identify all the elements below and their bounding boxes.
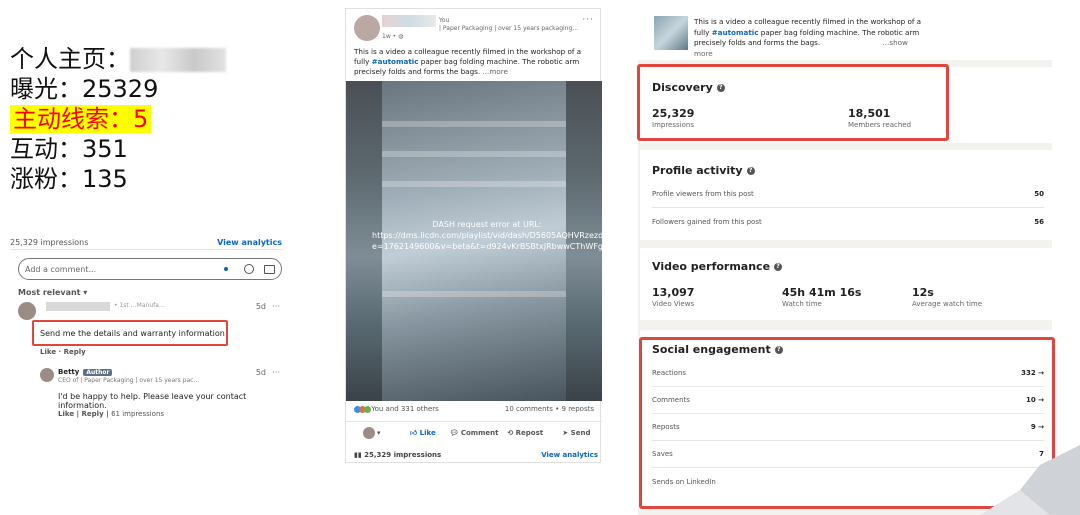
interactions-line: 互动：351: [10, 135, 128, 163]
comment-actions: Like · Reply: [40, 348, 86, 356]
blurred-author-name: [382, 15, 436, 27]
reply-link[interactable]: Reply: [82, 410, 104, 418]
view-analytics-link[interactable]: View analytics: [217, 238, 282, 247]
avatar[interactable]: [354, 15, 380, 41]
reactor-avatar[interactable]: ▾: [346, 426, 397, 439]
watch-time-metric: 45h 41m 16s Watch time: [782, 286, 862, 308]
followers-gained-row: Followers gained from this post 56: [652, 217, 1044, 226]
leads-highlight: 主动线索：5: [10, 105, 152, 133]
send-icon: ➤: [562, 428, 569, 437]
discovery-highlight-box: [637, 64, 949, 141]
reply-author-meta: CEO of | Paper Packaging | over 15 years…: [58, 377, 200, 384]
comment-icon: 💬︎: [449, 428, 459, 437]
stats-summary: 个人主页： 曝光：25329 主动线索：5 互动：351 涨粉：135: [10, 44, 226, 194]
see-more-link[interactable]: ...more: [482, 67, 507, 76]
reactions-link[interactable]: You and 331 others: [354, 405, 439, 413]
repost-button[interactable]: ⟲ Repost: [500, 429, 551, 437]
comments-panel: 25,329 impressions View analytics Add a …: [10, 236, 282, 426]
comment-text: Send me the details and warranty informa…: [40, 328, 225, 338]
impressions-count: 25,329 impressions: [10, 238, 89, 247]
reply-impressions: 61 impressions: [111, 410, 165, 418]
profile-activity-title: Profile activity?: [652, 164, 755, 177]
reply-author-name: Betty: [58, 368, 80, 376]
video-error-message: DASH request error at URL: https://dms.l…: [372, 220, 602, 251]
help-icon[interactable]: ?: [774, 263, 783, 271]
globe-icon: ◍: [398, 33, 404, 40]
post-card: You | Paper Packaging | over 15 years pa…: [345, 8, 602, 463]
author-you-label: You: [439, 17, 450, 24]
avatar[interactable]: [18, 302, 36, 320]
help-icon[interactable]: ?: [746, 167, 755, 175]
blurred-commenter-name: [46, 302, 110, 311]
reply-more-icon[interactable]: ···: [272, 368, 280, 377]
like-link[interactable]: Like: [40, 348, 56, 356]
comment-header: • 1st …Manufa… 5d ···: [18, 302, 280, 320]
image-icon[interactable]: [264, 264, 275, 274]
comment-button[interactable]: 💬︎ Comment: [448, 429, 499, 437]
sort-most-relevant[interactable]: Most relevant ▾: [18, 288, 87, 297]
comment-input-placeholder: Add a comment...: [25, 264, 97, 274]
blurred-profile-name: [130, 48, 226, 72]
exposure-line: 曝光：25329: [10, 75, 159, 103]
preview-text: This is a video a colleague recently fil…: [694, 17, 922, 58]
like-button[interactable]: 👍︎ Like: [397, 428, 448, 437]
avatar[interactable]: [40, 368, 54, 382]
status-dot-icon: [224, 267, 228, 271]
hashtag-link[interactable]: #automatic: [372, 57, 419, 66]
video-performance-card: Video performance? 13,097 Video Views 45…: [640, 248, 1052, 320]
post-more-icon[interactable]: ···: [582, 15, 594, 25]
reply-time: 5d: [255, 368, 266, 377]
leads-line: 主动线索：5: [10, 104, 226, 134]
post-text: This is a video a colleague recently fil…: [354, 47, 582, 76]
post-action-bar: ▾ 👍︎ Like 💬︎ Comment ⟲ Repost ➤ Send: [346, 421, 602, 443]
author-badge: Author: [83, 369, 113, 376]
post-time: 1w • ◍: [382, 33, 404, 40]
emoji-icon[interactable]: [244, 264, 254, 274]
reply-link[interactable]: Reply: [64, 348, 86, 356]
view-analytics-link[interactable]: View analytics: [541, 451, 598, 459]
author-headline: | Paper Packaging | over 15 years packag…: [439, 25, 579, 32]
comments-reposts-count[interactable]: 10 comments • 9 reposts: [505, 405, 594, 413]
repost-icon: ⟲: [507, 428, 514, 437]
reply-actions: Like | Reply | 61 impressions: [58, 410, 165, 418]
comment-time: 5d: [255, 302, 266, 311]
post-footer: ▮▮ 25,329 impressions View analytics: [354, 451, 598, 459]
reactions-summary: You and 331 others 10 comments • 9 repos…: [354, 405, 594, 413]
reply-text: I'd be happy to help. Please leave your …: [58, 392, 247, 410]
profile-activity-card: Profile activity? Profile viewers from t…: [640, 150, 1052, 240]
average-watch-time-metric: 12s Average watch time: [912, 286, 983, 308]
video-player[interactable]: DASH request error at URL: https://dms.l…: [346, 81, 602, 401]
avatar: [362, 426, 375, 439]
corner-decoration: [980, 445, 1080, 515]
like-icon: 👍︎: [409, 429, 418, 437]
commenter-meta: • 1st …Manufa…: [114, 302, 165, 309]
comments-top-bar: 25,329 impressions View analytics: [10, 236, 282, 250]
video-views-metric: 13,097 Video Views: [652, 286, 695, 308]
followers-line: 涨粉：135: [10, 165, 128, 193]
analytics-post-preview: This is a video a colleague recently fil…: [638, 0, 1052, 60]
comment-more-icon[interactable]: ···: [272, 302, 280, 311]
reaction-icons: [354, 405, 371, 413]
send-button[interactable]: ➤ Send: [551, 429, 602, 437]
post-thumbnail[interactable]: [654, 16, 688, 50]
like-link[interactable]: Like: [58, 410, 74, 418]
hashtag-link[interactable]: #automatic: [712, 28, 759, 37]
profile-line: 个人主页：: [10, 44, 226, 74]
screenshot-collage: 个人主页： 曝光：25329 主动线索：5 互动：351 涨粉：135 25,3…: [0, 0, 1080, 515]
comment-input[interactable]: Add a comment...: [18, 258, 282, 280]
impressions-count: 25,329 impressions: [364, 451, 442, 459]
comment-bubble-highlighted: Send me the details and warranty informa…: [32, 320, 228, 346]
bar-chart-icon: ▮▮: [354, 451, 362, 459]
video-performance-title: Video performance?: [652, 260, 783, 273]
profile-viewers-row: Profile viewers from this post 50: [652, 181, 1044, 208]
